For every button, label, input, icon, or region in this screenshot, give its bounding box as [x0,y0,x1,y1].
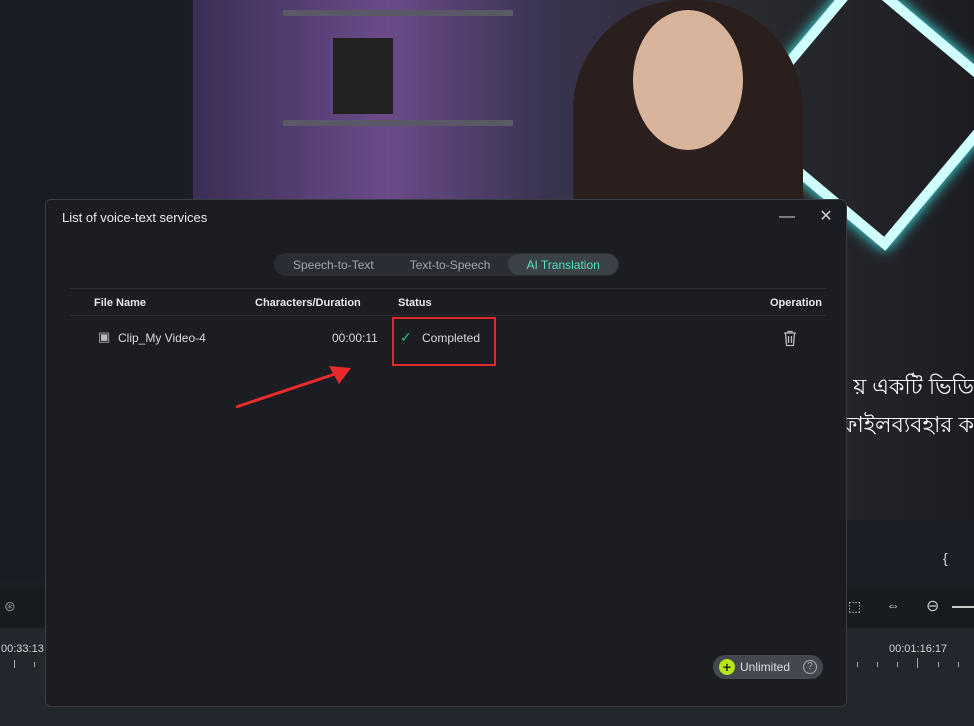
voice-translate-icon[interactable]: ⊛ [4,598,16,615]
column-duration: Characters/Duration [255,297,361,309]
unlimited-badge[interactable]: + Unlimited ? [713,655,823,679]
shelf [283,10,513,16]
subtitle-line-2: ফাইলব্যবহার ক [841,412,974,437]
tick [917,658,918,668]
close-button[interactable]: ✕ [815,206,837,228]
badge-label: Unlimited [740,660,791,674]
timecode-left: 00:33:13 [1,643,44,655]
frame [333,38,393,114]
fit-icon[interactable]: ⇔ [886,597,900,613]
zoom-slider[interactable] [952,606,974,608]
timecode-right: 00:01:16:17 [889,643,948,655]
file-name: Clip_My Video-4 [118,331,206,345]
column-status: Status [398,297,432,309]
preview-controls: { [845,520,974,580]
tick [958,662,959,667]
tick [14,660,15,668]
highlight-box [392,317,496,366]
question-icon[interactable]: ? [803,660,817,674]
tick [877,662,878,667]
plus-icon: + [719,659,735,675]
voice-text-services-dialog: List of voice-text services — ✕ Speech-t… [45,199,847,707]
service-tabs: Speech-to-Text Text-to-Speech AI Transla… [274,253,619,276]
column-operation: Operation [770,297,822,309]
zoom-out-icon[interactable]: ⊖ [926,596,939,616]
dialog-title: List of voice-text services [62,210,208,225]
video-file-icon: ▣ [98,329,111,344]
tick [34,662,35,667]
trash-icon[interactable] [782,330,798,347]
tick [938,662,939,667]
divider [70,288,826,289]
annotation-arrow [235,366,351,409]
tab-ai-translation[interactable]: AI Translation [508,254,618,275]
shelf [283,120,513,126]
divider [70,315,826,316]
tick [857,662,858,667]
preview-icon[interactable]: ⬚ [848,598,861,615]
brace-icon[interactable]: { [943,550,948,566]
tab-speech-to-text[interactable]: Speech-to-Text [275,254,392,275]
subtitle-line-1: য় একটি ভিডি [853,374,974,399]
person-face [633,10,743,150]
tab-text-to-speech[interactable]: Text-to-Speech [392,254,509,275]
duration: 00:00:11 [332,331,378,345]
column-file-name: File Name [94,297,146,309]
minimize-button[interactable]: — [776,206,798,228]
tick [897,662,898,667]
